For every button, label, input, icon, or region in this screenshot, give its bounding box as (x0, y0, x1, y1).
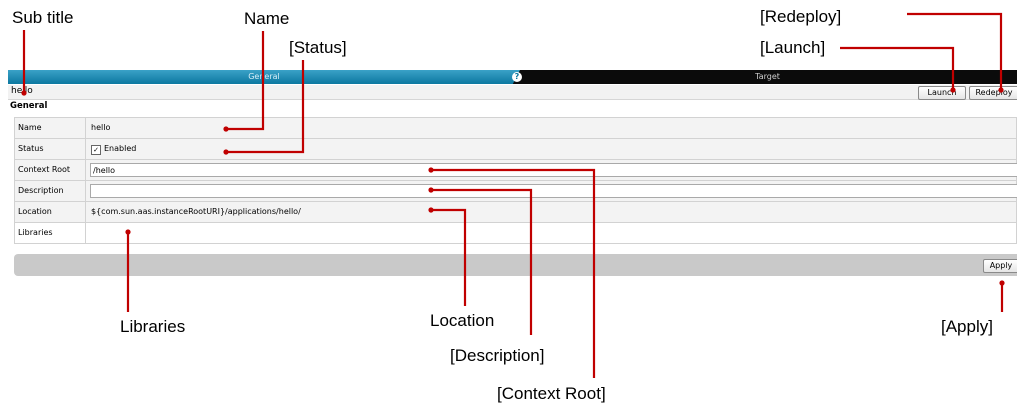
callout-location: Location (430, 311, 495, 330)
libraries-label: Libraries (15, 223, 86, 243)
callout-apply: [Apply] (941, 317, 993, 336)
callout-launch: [Launch] (760, 38, 826, 57)
form-row-libraries: Libraries (14, 223, 1017, 244)
launch-button[interactable]: Launch (918, 86, 966, 100)
general-form: Name hello Status ✓ Enabled Context Root … (14, 117, 1017, 244)
form-row-location: Location ${com.sun.aas.instanceRootURI}/… (14, 202, 1017, 223)
callout-libraries: Libraries (120, 317, 186, 336)
name-label: Name (15, 118, 86, 138)
form-row-name: Name hello (14, 117, 1017, 139)
callout-redeploy: [Redeploy] (760, 7, 842, 26)
form-row-status: Status ✓ Enabled (14, 139, 1017, 160)
section-title: General (10, 101, 48, 111)
location-value: ${com.sun.aas.instanceRootURI}/applicati… (91, 207, 301, 216)
callout-status: [Status] (289, 38, 347, 57)
callout-dot-apply (999, 280, 1005, 286)
callout-sub-title: Sub title (12, 8, 74, 27)
subtitle-row: hello (8, 85, 1017, 100)
form-row-description: Description (14, 181, 1017, 202)
status-control: ✓ Enabled (91, 139, 136, 159)
form-row-context-root: Context Root (14, 160, 1017, 181)
status-enabled-checkbox[interactable]: ✓ (91, 145, 101, 155)
apply-button[interactable]: Apply (983, 259, 1017, 273)
description-label: Description (15, 181, 86, 201)
name-value: hello (91, 123, 111, 132)
context-root-input[interactable] (90, 163, 1017, 177)
context-root-label: Context Root (15, 160, 86, 180)
status-enabled-label: Enabled (104, 144, 137, 153)
callout-description: [Description] (450, 346, 545, 365)
callout-name: Name (244, 9, 290, 28)
page-subtitle: hello (11, 86, 33, 96)
apply-bar (14, 254, 1017, 276)
location-label: Location (15, 202, 86, 222)
tab-target[interactable]: Target (518, 70, 1017, 84)
redeploy-button[interactable]: Redeploy (969, 86, 1017, 100)
tab-bar: General ? Target (8, 70, 1017, 84)
status-label: Status (15, 139, 86, 159)
description-input[interactable] (90, 184, 1017, 198)
callout-context-root: [Context Root] (497, 384, 606, 403)
tab-general[interactable]: General (8, 70, 520, 84)
